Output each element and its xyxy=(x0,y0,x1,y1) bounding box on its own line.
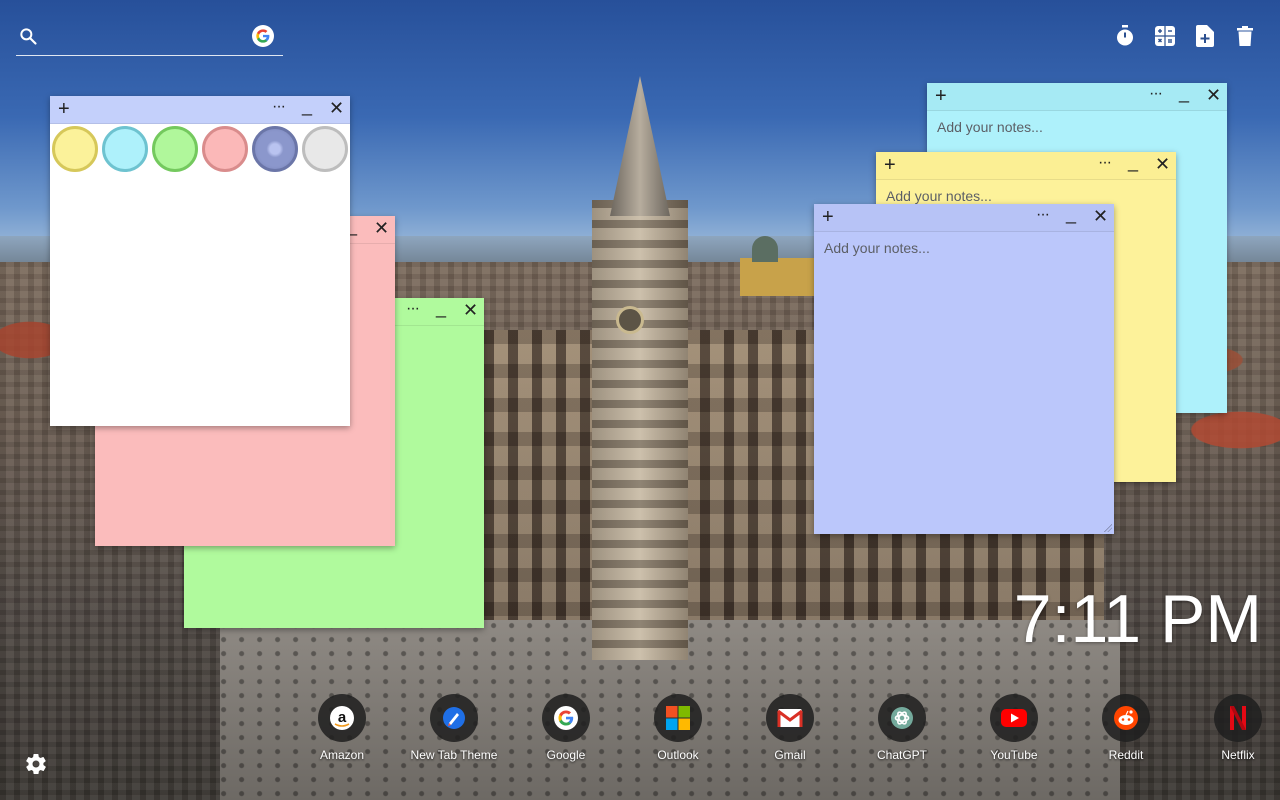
clock: 7:11 PM xyxy=(1013,581,1262,657)
shortcut-amazon[interactable]: a Amazon xyxy=(286,694,398,762)
note-header: + ··· _ ✕ xyxy=(50,96,350,124)
note-placeholder: Add your notes... xyxy=(937,119,1043,135)
search-bar xyxy=(16,22,283,56)
more-options-button[interactable]: ··· xyxy=(406,300,420,318)
minimize-button[interactable]: _ xyxy=(1066,204,1076,225)
reddit-icon xyxy=(1102,694,1150,742)
note-header: + ··· _ ✕ xyxy=(876,152,1176,180)
amazon-icon: a xyxy=(318,694,366,742)
note-placeholder: Add your notes... xyxy=(886,188,992,204)
sticky-note-blue[interactable]: + ··· _ ✕ Add your notes... xyxy=(814,204,1114,534)
add-note-button[interactable] xyxy=(1194,24,1216,48)
calculator-button[interactable] xyxy=(1154,24,1176,48)
minimize-button[interactable]: _ xyxy=(436,298,446,319)
church-dome xyxy=(752,236,778,262)
more-options-button[interactable]: ··· xyxy=(1149,85,1163,103)
netflix-icon xyxy=(1214,694,1262,742)
minimize-button[interactable]: _ xyxy=(1128,152,1138,173)
shortcut-label: New Tab Theme xyxy=(410,748,498,762)
more-options-button[interactable]: ··· xyxy=(1036,206,1050,224)
outlook-icon xyxy=(654,694,702,742)
sticky-note-palette[interactable]: + ··· _ ✕ xyxy=(50,96,350,426)
calculator-icon xyxy=(1155,26,1175,46)
color-swatch-white[interactable] xyxy=(302,126,348,172)
search-icon[interactable] xyxy=(18,26,38,46)
color-swatch-blue[interactable] xyxy=(252,126,298,172)
shortcut-label: ChatGPT xyxy=(876,748,927,762)
close-button[interactable]: ✕ xyxy=(329,98,344,119)
yellow-building xyxy=(740,258,814,296)
close-button[interactable]: ✕ xyxy=(374,218,389,239)
shortcut-label: YouTube xyxy=(990,748,1038,762)
close-button[interactable]: ✕ xyxy=(463,300,478,321)
add-note-button[interactable]: + xyxy=(935,86,947,106)
shortcut-google[interactable]: Google xyxy=(510,694,622,762)
add-note-button[interactable]: + xyxy=(822,207,834,227)
shortcut-reddit[interactable]: Reddit xyxy=(1070,694,1182,762)
settings-gear-icon[interactable] xyxy=(24,752,48,776)
chatgpt-icon xyxy=(878,694,926,742)
search-input[interactable] xyxy=(50,24,250,50)
tower-clock-face xyxy=(616,306,644,334)
close-button[interactable]: ✕ xyxy=(1155,154,1170,175)
note-placeholder: Add your notes... xyxy=(824,240,930,256)
timer-button[interactable] xyxy=(1114,24,1136,48)
google-icon xyxy=(542,694,590,742)
shortcut-new-tab-theme[interactable]: New Tab Theme xyxy=(398,694,510,762)
new-tab-theme-icon xyxy=(430,694,478,742)
minimize-button[interactable]: _ xyxy=(1179,83,1189,104)
top-toolbar xyxy=(1114,24,1256,48)
delete-all-button[interactable] xyxy=(1234,24,1256,48)
shortcut-netflix[interactable]: Netflix xyxy=(1182,694,1280,762)
color-swatch-pink[interactable] xyxy=(202,126,248,172)
color-swatch-yellow[interactable] xyxy=(52,126,98,172)
shortcut-label: Google xyxy=(546,748,586,762)
color-swatch-green[interactable] xyxy=(152,126,198,172)
minimize-button[interactable]: _ xyxy=(302,96,312,117)
color-swatch-cyan[interactable] xyxy=(102,126,148,172)
note-header: + ··· _ ✕ xyxy=(927,83,1227,111)
color-palette xyxy=(50,124,350,172)
trash-icon xyxy=(1237,26,1253,46)
more-options-button[interactable]: ··· xyxy=(1098,154,1112,172)
shortcut-label: Amazon xyxy=(319,748,365,762)
shortcut-youtube[interactable]: YouTube xyxy=(958,694,1070,762)
add-note-button[interactable]: + xyxy=(884,155,896,175)
resize-handle[interactable] xyxy=(1104,524,1112,532)
add-note-icon xyxy=(1196,25,1214,47)
shortcut-label: Gmail xyxy=(774,748,806,762)
svg-text:a: a xyxy=(338,709,347,726)
youtube-icon xyxy=(990,694,1038,742)
shortcut-gmail[interactable]: Gmail xyxy=(734,694,846,762)
shortcut-label: Outlook xyxy=(657,748,699,762)
note-header: + ··· _ ✕ xyxy=(814,204,1114,232)
close-button[interactable]: ✕ xyxy=(1093,206,1108,227)
google-search-engine-icon[interactable] xyxy=(252,25,274,47)
more-options-button[interactable]: ··· xyxy=(272,98,286,116)
shortcut-chatgpt[interactable]: ChatGPT xyxy=(846,694,958,762)
gmail-icon xyxy=(766,694,814,742)
shortcuts-dock: a Amazon New Tab Theme Google Outlook Gm… xyxy=(286,694,1280,762)
shortcut-outlook[interactable]: Outlook xyxy=(622,694,734,762)
note-textarea[interactable]: Add your notes... xyxy=(814,232,1114,534)
timer-icon xyxy=(1117,25,1133,46)
close-button[interactable]: ✕ xyxy=(1206,85,1221,106)
clock-tower xyxy=(592,200,688,660)
shortcut-label: Netflix xyxy=(1221,748,1255,762)
add-note-button[interactable]: + xyxy=(58,99,70,119)
shortcut-label: Reddit xyxy=(1108,748,1144,762)
